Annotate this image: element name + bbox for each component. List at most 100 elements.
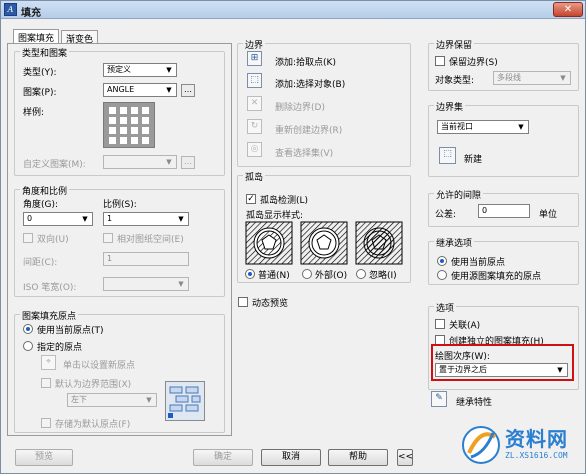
pattern-select[interactable]: ANGLE ▼ <box>103 83 177 97</box>
pattern-label: 图案(P): <box>23 88 57 98</box>
island-normal-radio[interactable] <box>245 269 255 279</box>
swatch-label: 样例: <box>23 108 45 118</box>
inherit-properties-label[interactable]: 继承特性 <box>456 395 492 408</box>
pattern-browse-button[interactable]: … <box>181 84 195 97</box>
type-select[interactable]: 预定义 ▼ <box>103 63 177 77</box>
title-bar[interactable]: A 填充 ✕ <box>1 1 585 19</box>
inherit-current-origin-radio[interactable] <box>437 256 447 266</box>
use-current-origin-radio[interactable] <box>23 324 33 334</box>
recreate-boundary-icon[interactable]: ↻ <box>247 119 262 134</box>
cancel-button[interactable]: 取消 <box>261 449 321 466</box>
object-type-select[interactable]: 多段线 ▼ <box>493 71 571 85</box>
object-type-label: 对象类型: <box>435 76 475 86</box>
type-label: 类型(Y): <box>23 68 57 78</box>
island-style-outer-preview[interactable] <box>300 221 348 265</box>
autocad-app-icon: A <box>4 3 17 16</box>
island-detection-checkbox[interactable]: ✓ <box>246 194 256 204</box>
associative-checkbox[interactable] <box>435 319 445 329</box>
relative-paper-space-label: 相对图纸空间(E) <box>117 235 184 245</box>
boundary-set-group-label: 边界集 <box>434 100 466 113</box>
watermark-logo-icon <box>462 426 500 464</box>
use-current-origin-label: 使用当前原点(T) <box>37 326 104 336</box>
remove-boundaries-label[interactable]: 删除边界(D) <box>275 100 325 113</box>
remove-boundaries-icon[interactable]: ✕ <box>247 96 262 111</box>
chevron-down-icon: ▼ <box>146 396 152 404</box>
pattern-swatch[interactable] <box>103 102 155 148</box>
tab-hatch[interactable]: 图案填充 <box>13 29 60 44</box>
new-boundary-set-icon[interactable]: ⬚ <box>439 147 456 164</box>
select-objects-icon[interactable]: ⬚ <box>247 73 262 88</box>
view-selections-label[interactable]: 查看选择集(V) <box>275 146 333 159</box>
island-outer-label: 外部(O) <box>315 271 348 281</box>
island-outer-image <box>300 221 348 265</box>
dynamic-preview-checkbox[interactable] <box>238 297 248 307</box>
object-type-value: 多段线 <box>497 73 521 82</box>
tab-gradient[interactable]: 渐变色 <box>61 30 99 45</box>
inherit-properties-icon[interactable]: ✎ <box>431 391 447 407</box>
add-pick-points-label[interactable]: 添加:拾取点(K) <box>275 55 336 68</box>
brick-origin-preview-image <box>166 382 204 420</box>
site-watermark: 资料网 ZL.XS1616.COM <box>461 421 581 469</box>
spacing-label: 间距(C): <box>23 258 58 268</box>
chevron-down-icon: ▼ <box>166 86 172 94</box>
gap-tolerance-group-label: 允许的间隙 <box>434 188 484 201</box>
tolerance-unit-label: 单位 <box>539 210 558 220</box>
island-ignore-radio[interactable] <box>356 269 366 279</box>
tolerance-input[interactable]: 0 <box>478 204 530 218</box>
boundary-set-select[interactable]: 当前视口 ▼ <box>437 120 529 134</box>
island-ignore-image <box>355 221 403 265</box>
islands-group-label: 孤岛 <box>243 170 266 183</box>
store-default-origin-label: 存储为默认原点(F) <box>55 420 131 430</box>
ok-button[interactable]: 确定 <box>193 449 253 466</box>
origin-position-preview <box>165 381 205 421</box>
recreate-boundary-label[interactable]: 重新创建边界(R) <box>275 123 342 136</box>
collapse-button[interactable]: << <box>397 449 413 466</box>
scale-label: 比例(S): <box>103 200 137 210</box>
island-normal-label: 普通(N) <box>258 271 290 281</box>
spacing-input[interactable]: 1 <box>103 252 189 266</box>
click-set-origin-icon[interactable]: ⌖ <box>41 355 56 370</box>
view-selections-icon[interactable]: ◎ <box>247 142 262 157</box>
island-style-label: 孤岛显示样式: <box>246 211 304 221</box>
specified-origin-radio[interactable] <box>23 341 33 351</box>
island-style-ignore-preview[interactable] <box>355 221 403 265</box>
island-outer-radio[interactable] <box>302 269 312 279</box>
default-extent-label: 默认为边界范围(X) <box>55 380 132 390</box>
extent-position-select[interactable]: 左下 ▼ <box>67 393 157 407</box>
retain-boundaries-checkbox[interactable] <box>435 56 445 66</box>
preview-button[interactable]: 预览 <box>15 449 73 466</box>
help-button[interactable]: 帮助 <box>328 449 388 466</box>
angle-select[interactable]: 0 ▼ <box>23 212 93 226</box>
click-set-origin-label: 单击以设置新原点 <box>63 361 136 371</box>
extent-position-value: 左下 <box>71 395 87 404</box>
iso-pen-width-select[interactable]: ▼ <box>103 277 189 291</box>
store-default-origin-checkbox[interactable] <box>41 418 51 428</box>
double-checkbox[interactable] <box>23 233 33 243</box>
inherit-source-origin-radio[interactable] <box>437 270 447 280</box>
iso-pen-width-label: ISO 笔宽(O): <box>23 283 77 293</box>
new-boundary-set-label[interactable]: 新建 <box>464 152 482 165</box>
chevron-down-icon: ▼ <box>166 66 172 74</box>
boundary-set-value: 当前视口 <box>441 122 473 131</box>
island-style-normal-preview[interactable] <box>245 221 293 265</box>
chevron-down-icon: ▼ <box>166 158 172 166</box>
hatch-dialog: A 填充 ✕ 图案填充 渐变色 类型和图案 类型(Y): 预定义 ▼ 图案(P):… <box>0 0 586 474</box>
pick-points-icon[interactable]: ⊞ <box>247 51 262 66</box>
inherit-source-origin-label: 使用源图案填充的原点 <box>451 272 542 282</box>
window-title: 填充 <box>21 8 41 19</box>
default-extent-checkbox[interactable] <box>41 378 51 388</box>
relative-paper-space-checkbox[interactable] <box>103 233 113 243</box>
chevron-down-icon: ▼ <box>178 215 184 223</box>
scale-select[interactable]: 1 ▼ <box>103 212 189 226</box>
associative-label: 关联(A) <box>449 321 481 331</box>
double-label: 双向(U) <box>37 235 69 245</box>
boundary-retention-group-label: 边界保留 <box>434 38 475 51</box>
custom-pattern-browse-button[interactable]: … <box>181 156 195 169</box>
close-button[interactable]: ✕ <box>553 2 583 17</box>
boundary-set-group <box>428 105 579 177</box>
angle-value: 0 <box>27 214 33 223</box>
custom-pattern-select[interactable]: ▼ <box>103 155 177 169</box>
angle-pattern-swatch-image <box>109 107 149 144</box>
island-detection-label: 孤岛检测(L) <box>260 196 309 206</box>
add-select-objects-label[interactable]: 添加:选择对象(B) <box>275 77 345 90</box>
